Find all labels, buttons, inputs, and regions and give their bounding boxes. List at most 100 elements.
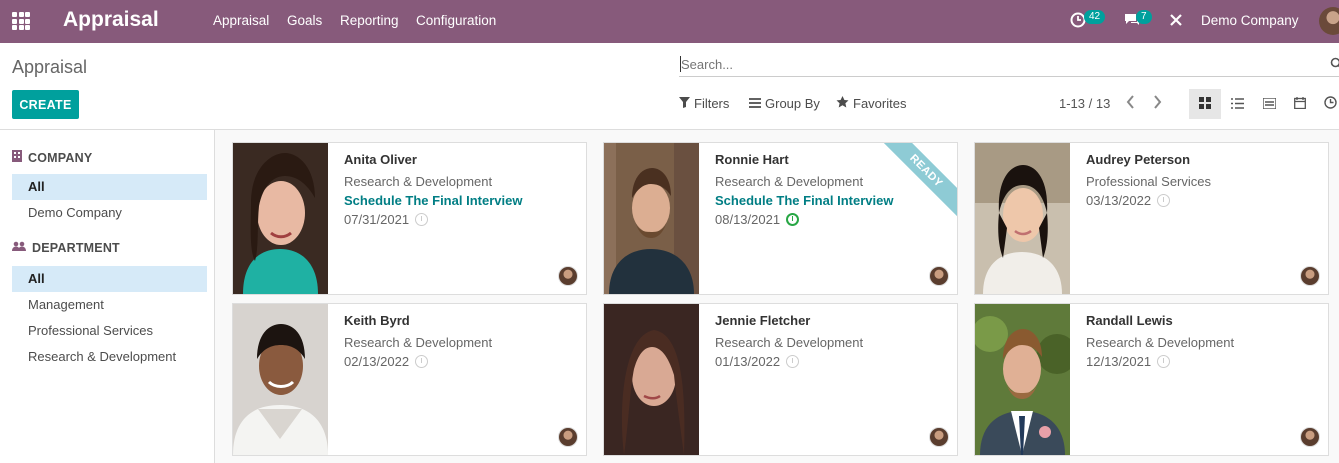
search-input[interactable] [679,53,1339,75]
pager-previous-icon[interactable] [1125,94,1135,115]
employee-name: Anita Oliver [344,152,417,167]
deadline-date: 01/13/2022 [715,354,800,369]
department-filter-rnd[interactable]: Research & Development [12,344,207,370]
favorites-label: Favorites [853,96,907,111]
employee-department: Research & Development [1086,335,1235,350]
deadline-date: 07/31/2021 [344,212,429,227]
kanban-view-button[interactable] [1189,89,1221,119]
pager-value[interactable]: 1-13 / 13 [1059,96,1110,111]
manager-avatar [558,266,578,286]
deadline-date-text: 03/13/2022 [1086,193,1152,208]
kanban-card[interactable]: READY Ronnie Hart Research & Development… [603,142,958,295]
deadline-date-text: 01/13/2022 [715,354,781,369]
deadline-date-text: 08/13/2021 [715,212,781,227]
groupby-label: Group By [765,96,820,111]
employee-photo [233,143,328,294]
deadline-date-text: 02/13/2022 [344,354,410,369]
deadline-date: 03/13/2022 [1086,193,1171,208]
next-action[interactable]: Schedule The Final Interview [344,193,522,208]
menu-configuration[interactable]: Configuration [416,13,496,28]
activity-clock-icon[interactable] [415,355,429,368]
bars-icon [749,96,761,111]
groupby-button[interactable]: Group By [749,96,820,111]
text-cursor [680,56,681,72]
menu-reporting[interactable]: Reporting [340,13,399,28]
employee-name: Audrey Peterson [1086,152,1191,167]
activity-clock-icon[interactable] [1157,194,1171,207]
company-section: COMPANY [12,150,92,165]
activity-clock-icon[interactable] [415,213,429,226]
pager-next-icon[interactable] [1153,94,1163,115]
filter-icon [679,96,690,111]
employee-photo [233,304,328,455]
employee-name: Keith Byrd [344,313,410,328]
employee-photo [975,304,1070,455]
activity-clock-icon[interactable] [1157,355,1171,368]
activity-view-button[interactable] [1314,89,1339,119]
employee-department: Research & Development [344,335,493,350]
manager-avatar [929,266,949,286]
breadcrumb: Appraisal [12,57,88,77]
app-brand[interactable]: Appraisal [63,8,159,32]
debug-tools-icon[interactable] [1169,13,1183,30]
favorites-button[interactable]: Favorites [836,96,906,111]
employee-name: Jennie Fletcher [715,313,811,328]
list-icon [1230,97,1244,112]
search-icon[interactable] [1330,57,1339,73]
filters-label: Filters [694,96,730,111]
company-filter-all[interactable]: All [12,174,207,200]
top-navbar: Appraisal Appraisal Goals Reporting Conf… [0,0,1339,43]
app-menu-icon[interactable] [12,12,30,30]
deadline-date: 12/13/2021 [1086,354,1171,369]
kanban-icon [1199,96,1211,112]
employee-department: Professional Services [1086,174,1211,189]
department-filter-management[interactable]: Management [12,292,207,318]
kanban-card[interactable]: Anita Oliver Research & Development Sche… [232,142,587,295]
activity-icon [1323,96,1337,112]
employee-department: Research & Development [715,335,864,350]
employee-department: Research & Development [715,174,864,189]
company-filter-demo[interactable]: Demo Company [12,200,207,226]
department-filter-all[interactable]: All [12,266,207,292]
message-count-badge: 7 [1136,10,1152,24]
menu-appraisal[interactable]: Appraisal [213,13,269,28]
employee-photo [975,143,1070,294]
kanban-card[interactable]: Keith Byrd Research & Development 02/13/… [232,303,587,456]
company-switcher[interactable]: Demo Company [1201,13,1299,28]
manager-avatar [558,427,578,447]
kanban-card[interactable]: Randall Lewis Research & Development 12/… [974,303,1329,456]
kanban-card[interactable]: Audrey Peterson Professional Services 03… [974,142,1329,295]
search-bar [679,53,1339,77]
create-button[interactable]: CREATE [12,90,79,119]
deadline-date-text: 07/31/2021 [344,212,410,227]
department-section-title: DEPARTMENT [32,241,120,255]
form-view-button[interactable] [1253,89,1285,119]
company-section-title: COMPANY [28,150,93,165]
filters-button[interactable]: Filters [679,96,729,111]
form-icon [1261,96,1277,112]
list-view-button[interactable] [1221,89,1253,119]
manager-avatar [1300,427,1320,447]
manager-avatar [929,427,949,447]
employee-name: Randall Lewis [1086,313,1173,328]
users-icon [12,241,26,255]
employee-name: Ronnie Hart [715,152,789,167]
star-icon [836,96,849,111]
activity-clock-icon[interactable] [786,355,800,368]
user-avatar[interactable] [1319,7,1339,35]
activity-clock-icon[interactable] [786,213,800,226]
calendar-view-button[interactable] [1284,89,1316,119]
next-action[interactable]: Schedule The Final Interview [715,193,893,208]
employee-photo [604,304,699,455]
calendar-icon [1294,96,1306,112]
employee-department: Research & Development [344,174,493,189]
department-section: DEPARTMENT [12,241,120,255]
activity-count-badge: 42 [1084,10,1106,24]
department-filter-professional-services[interactable]: Professional Services [12,318,207,344]
menu-goals[interactable]: Goals [287,13,322,28]
deadline-date: 02/13/2022 [344,354,429,369]
manager-avatar [1300,266,1320,286]
kanban-card[interactable]: Jennie Fletcher Research & Development 0… [603,303,958,456]
building-icon [12,150,22,165]
deadline-date: 08/13/2021 [715,212,800,227]
